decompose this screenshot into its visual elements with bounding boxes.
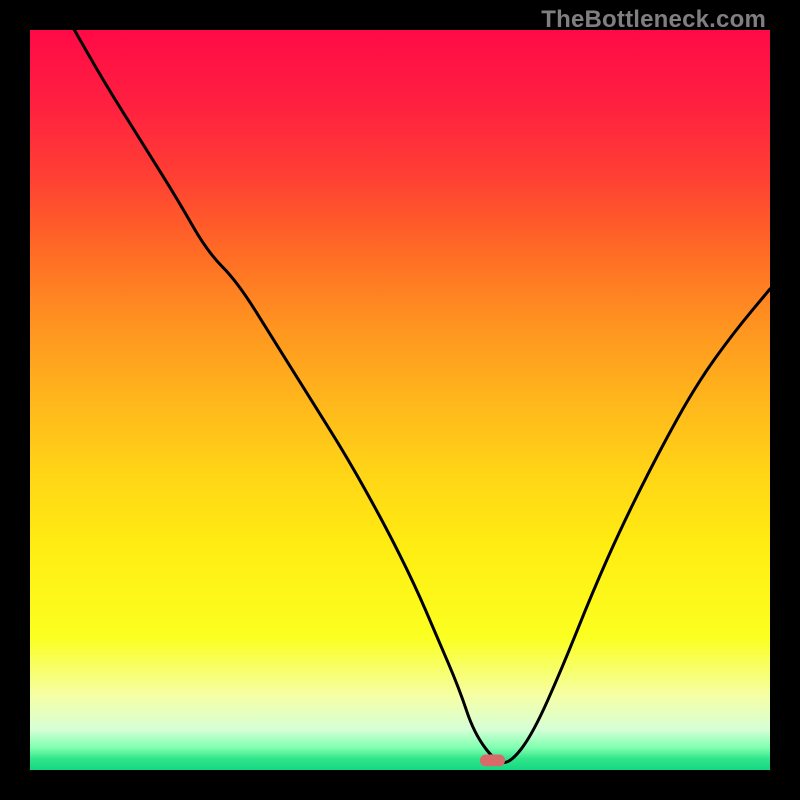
bottleneck-chart	[30, 30, 770, 770]
optimal-marker	[480, 755, 505, 767]
plot-area	[30, 30, 770, 770]
chart-frame: TheBottleneck.com	[0, 0, 800, 800]
